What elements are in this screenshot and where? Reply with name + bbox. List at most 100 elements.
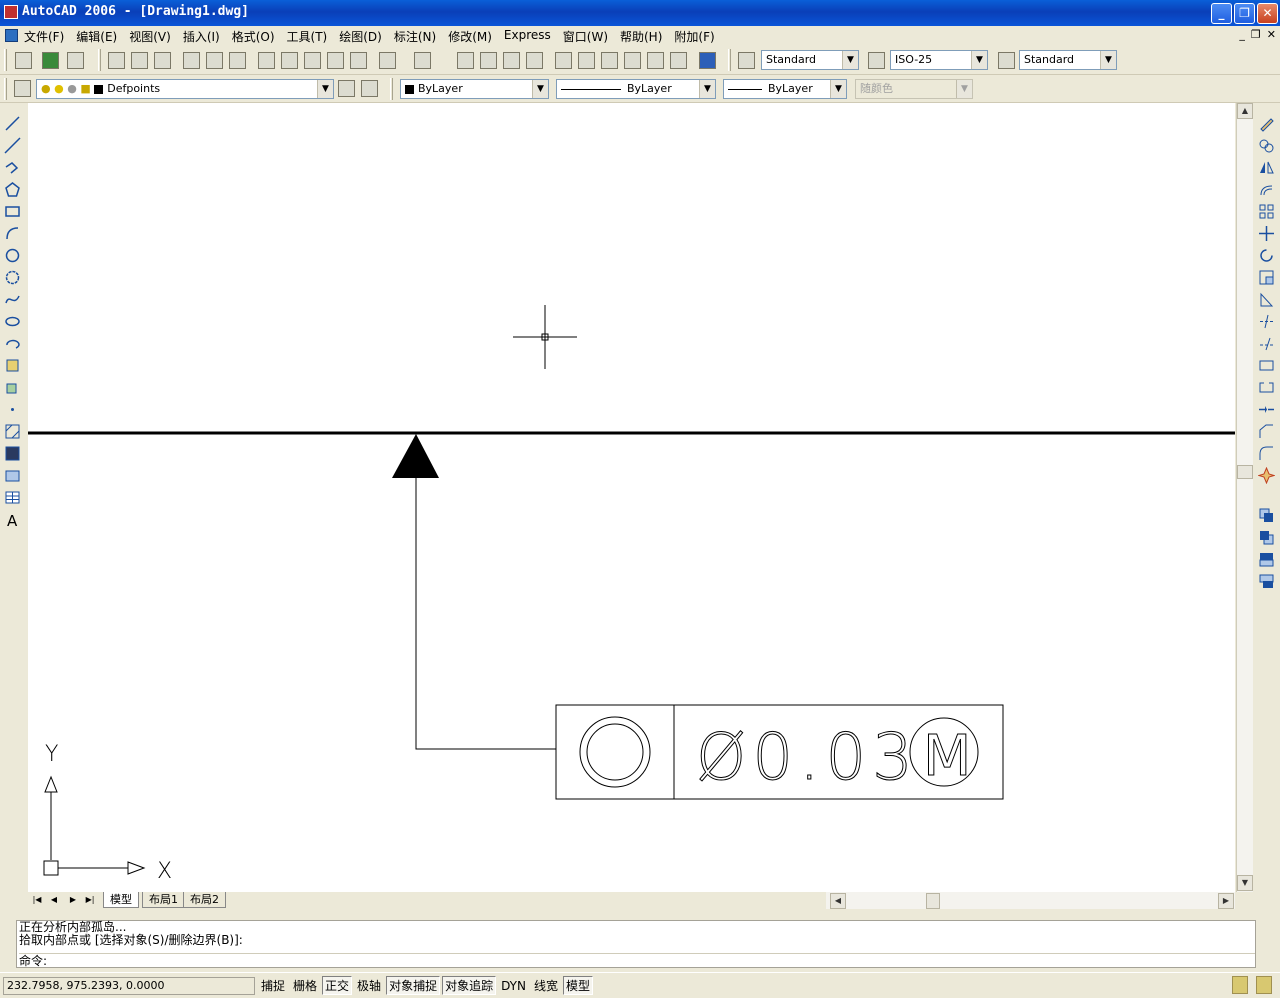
layer-manager-icon[interactable] [14, 80, 31, 97]
hatch-icon[interactable] [4, 423, 21, 440]
grid-toggle[interactable]: 栅格 [290, 976, 320, 995]
tab-layout1[interactable]: 布局1 [142, 892, 185, 908]
menu-insert[interactable]: 插入(I) [183, 28, 220, 45]
markup-icon[interactable] [647, 52, 664, 69]
multiline-text-icon[interactable]: A [4, 511, 21, 528]
insert-block-icon[interactable] [4, 357, 21, 374]
chevron-down-icon[interactable]: ▼ [842, 51, 858, 69]
join-icon[interactable] [1258, 401, 1275, 418]
menu-tools[interactable]: 工具(T) [287, 28, 328, 45]
chevron-down-icon[interactable]: ▼ [830, 80, 846, 98]
menu-format[interactable]: 格式(O) [232, 28, 275, 45]
polygon-icon[interactable] [4, 181, 21, 198]
copy-icon[interactable] [281, 52, 298, 69]
zoom-previous-icon[interactable] [526, 52, 543, 69]
toolbar-lock-icon[interactable] [1256, 976, 1272, 994]
command-history[interactable]: 正在分析内部孤岛... 拾取内部点或 [选择对象(S)/删除边界(B)]: 命令… [16, 920, 1256, 968]
close-button[interactable]: ✕ [1257, 3, 1278, 24]
block-editor-icon[interactable] [350, 52, 367, 69]
polyline-icon[interactable] [4, 159, 21, 176]
chevron-down-icon[interactable]: ▼ [1100, 51, 1116, 69]
break-icon[interactable] [1258, 379, 1275, 396]
circle-icon[interactable] [4, 247, 21, 264]
match-properties-icon[interactable] [327, 52, 344, 69]
text-style-select[interactable]: Standard ▼ [761, 50, 859, 70]
scroll-down-icon[interactable]: ▼ [1237, 875, 1253, 891]
menu-file[interactable]: 文件(F) [24, 28, 64, 45]
extend-icon[interactable] [1258, 335, 1275, 352]
drawing-canvas[interactable]: Ø0.03 M Y X [28, 103, 1235, 892]
zoom-realtime-icon[interactable] [480, 52, 497, 69]
fillet-icon[interactable] [1258, 445, 1275, 462]
toolbar-grip[interactable] [390, 78, 393, 100]
osnap-toggle[interactable]: 对象捕捉 [386, 976, 441, 995]
redo-icon[interactable] [414, 52, 431, 69]
break-at-point-icon[interactable] [1258, 357, 1275, 374]
command-input[interactable]: 命令: [19, 953, 1255, 968]
ortho-toggle[interactable]: 正交 [322, 976, 353, 995]
explode-icon[interactable] [1258, 467, 1275, 484]
layer-previous-icon[interactable] [361, 80, 378, 97]
zoom-window-icon[interactable] [503, 52, 520, 69]
plot-preview-icon[interactable] [206, 52, 223, 69]
rectangle-icon[interactable] [4, 203, 21, 220]
menu-express[interactable]: Express [504, 28, 551, 45]
sheetset-icon[interactable] [42, 52, 59, 69]
save-icon[interactable] [154, 52, 171, 69]
horizontal-scroll-thumb[interactable] [926, 893, 940, 909]
menu-view[interactable]: 视图(V) [129, 28, 171, 45]
toolbar-grip[interactable] [98, 49, 101, 71]
coordinate-readout[interactable]: 232.7958, 975.2393, 0.0000 [3, 977, 255, 995]
dim-style-select[interactable]: ISO-25 ▼ [890, 50, 988, 70]
line-icon[interactable] [4, 115, 21, 132]
autocad-icon[interactable] [4, 5, 18, 19]
publish-icon[interactable] [229, 52, 246, 69]
text-style-icon[interactable] [738, 52, 755, 69]
dim-style-icon[interactable] [868, 52, 885, 69]
undo-icon[interactable] [379, 52, 396, 69]
tool-palettes-icon[interactable] [601, 52, 618, 69]
sheetset-manager-icon[interactable] [624, 52, 641, 69]
offset-icon[interactable] [1258, 181, 1275, 198]
chevron-down-icon[interactable]: ▼ [532, 80, 548, 98]
ellipse-arc-icon[interactable] [4, 335, 21, 352]
table-icon[interactable] [4, 489, 21, 506]
send-under-icon[interactable] [1258, 573, 1275, 590]
tab-model[interactable]: 模型 [103, 892, 139, 908]
rotate-icon[interactable] [1258, 247, 1275, 264]
designcenter-icon[interactable] [15, 52, 32, 69]
region-icon[interactable] [4, 467, 21, 484]
array-icon[interactable] [1258, 203, 1275, 220]
scroll-right-icon[interactable]: ▶ [1218, 893, 1234, 909]
arc-icon[interactable] [4, 225, 21, 242]
scale-icon[interactable] [1258, 269, 1275, 286]
next-tab-icon[interactable]: ▶ [65, 893, 81, 908]
toolbar-grip[interactable] [4, 49, 7, 71]
menu-edit[interactable]: 编辑(E) [76, 28, 117, 45]
color-select[interactable]: ByLayer ▼ [400, 79, 549, 99]
maximize-button[interactable]: ❐ [1234, 3, 1255, 24]
vertical-scrollbar[interactable]: ▲ ▼ [1236, 103, 1253, 892]
snap-toggle[interactable]: 捕捉 [258, 976, 288, 995]
cad-standards-icon[interactable] [67, 52, 84, 69]
lineweight-select[interactable]: ByLayer ▼ [723, 79, 847, 99]
chevron-down-icon[interactable]: ▼ [971, 51, 987, 69]
chevron-down-icon[interactable]: ▼ [699, 80, 715, 98]
table-style-select[interactable]: Standard ▼ [1019, 50, 1117, 70]
last-tab-icon[interactable]: ▶| [82, 893, 98, 908]
chamfer-icon[interactable] [1258, 423, 1275, 440]
doc-restore-button[interactable]: ❐ [1251, 28, 1261, 41]
bring-to-front-icon[interactable] [1258, 507, 1275, 524]
make-current-layer-icon[interactable] [338, 80, 355, 97]
toolbar-grip[interactable] [728, 49, 731, 71]
menu-window[interactable]: 窗口(W) [563, 28, 608, 45]
scroll-up-icon[interactable]: ▲ [1237, 103, 1253, 119]
table-style-icon[interactable] [998, 52, 1015, 69]
tab-layout2[interactable]: 布局2 [183, 892, 226, 908]
revcloud-icon[interactable] [4, 269, 21, 286]
leader-arrowhead[interactable] [392, 434, 439, 478]
make-block-icon[interactable] [4, 379, 21, 396]
point-icon[interactable] [4, 401, 21, 418]
toolbar-grip[interactable] [4, 78, 7, 100]
bring-above-icon[interactable] [1258, 551, 1275, 568]
